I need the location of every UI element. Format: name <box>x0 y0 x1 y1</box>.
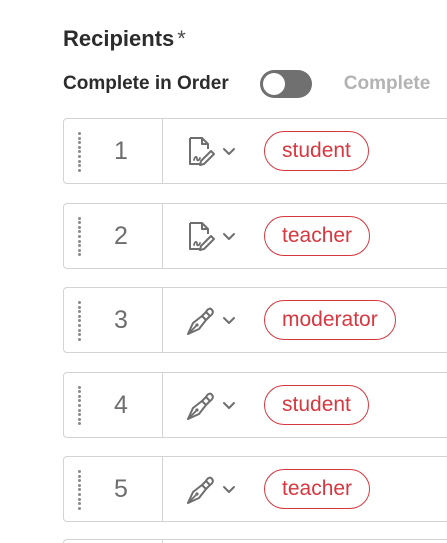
role-picker[interactable] <box>184 217 244 255</box>
complete-in-order-label: Complete in Order <box>63 73 229 94</box>
recipient-number: 5 <box>114 475 128 503</box>
complete-in-order-toggle[interactable] <box>259 70 312 98</box>
row-divider <box>162 203 163 268</box>
row-divider <box>162 288 163 352</box>
row-divider <box>162 457 163 521</box>
recipient-row-1: 1 student <box>63 118 447 184</box>
recipients-panel: Recipients * Complete in Order Complete … <box>0 0 447 543</box>
chevron-down-icon <box>223 232 235 240</box>
recipient-number: 2 <box>114 221 128 250</box>
pen-sign-icon <box>187 307 214 335</box>
recipient-email-pill[interactable]: teacher <box>264 215 371 256</box>
role-picker[interactable] <box>184 386 244 424</box>
role-picker[interactable] <box>184 132 244 170</box>
recipients-title: Recipients <box>63 26 175 51</box>
pen-sign-icon <box>187 392 214 420</box>
pen-sign-icon <box>187 476 214 504</box>
recipient-number: 4 <box>114 390 128 419</box>
row-divider <box>162 119 163 183</box>
chevron-down-icon <box>223 317 235 324</box>
toggle-knob <box>262 73 285 95</box>
complete-in-order-row: Complete in Order Complete <box>63 70 430 98</box>
drag-handle[interactable] <box>78 132 82 172</box>
recipient-row-4: 4 student <box>63 371 447 438</box>
drag-handle[interactable] <box>78 385 82 426</box>
recipient-number: 3 <box>114 306 128 334</box>
recipient-row-partial <box>63 539 447 543</box>
chevron-down-icon <box>223 486 235 493</box>
recipient-row-3: 3 moderator <box>63 287 447 353</box>
recipient-row-2: 2 teacher <box>63 202 447 269</box>
row-divider <box>162 372 163 437</box>
chevron-down-icon <box>223 148 235 155</box>
recipient-email-pill[interactable]: teacher <box>264 469 371 509</box>
recipient-email-pill[interactable]: student <box>264 131 369 171</box>
recipient-row-5: 5 teacher <box>63 456 447 522</box>
role-picker[interactable] <box>184 301 244 339</box>
recipient-number: 1 <box>114 137 128 165</box>
complete-in-any-order-label[interactable]: Complete <box>344 73 431 95</box>
required-asterisk: * <box>177 26 186 51</box>
drag-handle[interactable] <box>78 470 82 510</box>
drag-handle[interactable] <box>78 216 82 257</box>
recipient-email-pill[interactable]: student <box>264 384 369 425</box>
form-fill-icon <box>189 221 215 251</box>
role-picker[interactable] <box>184 470 244 508</box>
form-fill-icon <box>189 137 215 166</box>
drag-handle[interactable] <box>78 301 82 341</box>
recipient-email-pill[interactable]: moderator <box>264 300 396 340</box>
chevron-down-icon <box>223 401 235 409</box>
recipients-heading: Recipients * <box>63 26 186 52</box>
